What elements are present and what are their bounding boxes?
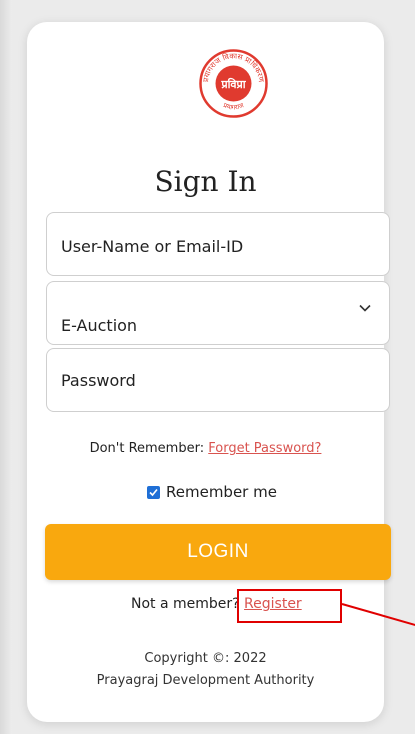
username-placeholder: User-Name or Email-ID: [61, 237, 244, 256]
password-placeholder: Password: [61, 371, 136, 390]
remember-me-checkbox[interactable]: [147, 485, 160, 499]
remember-me-label: Remember me: [166, 483, 277, 501]
remember-me-row: Remember me: [147, 483, 277, 501]
authority-logo: प्रयागराज विकास प्राधिकरण प्रयागराज प्रव…: [199, 49, 268, 118]
auction-type-value: E-Auction: [61, 316, 138, 335]
chevron-down-icon: [359, 304, 371, 312]
copyright-line: Copyright ©: 2022: [144, 651, 267, 666]
logo-center-text: प्रविप्रा: [220, 77, 246, 91]
forget-prefix: Don't Remember:: [89, 441, 205, 456]
password-input[interactable]: Password: [46, 348, 390, 412]
forget-password-link[interactable]: Forget Password?: [208, 441, 321, 456]
auction-type-select[interactable]: E-Auction: [46, 281, 390, 345]
member-prefix: Not a member?: [131, 596, 240, 612]
page-title: Sign In: [154, 165, 257, 198]
forget-password-row: Don't Remember: Forget Password?: [27, 441, 384, 456]
register-highlight-box: [237, 589, 342, 623]
window-edge: [0, 0, 12, 734]
copyright-block: Copyright ©: 2022 Prayagraj Development …: [27, 648, 384, 692]
login-button[interactable]: LOGIN: [45, 524, 391, 580]
username-input[interactable]: User-Name or Email-ID: [46, 212, 390, 276]
organization-name: Prayagraj Development Authority: [96, 673, 315, 688]
check-icon: [149, 488, 158, 496]
